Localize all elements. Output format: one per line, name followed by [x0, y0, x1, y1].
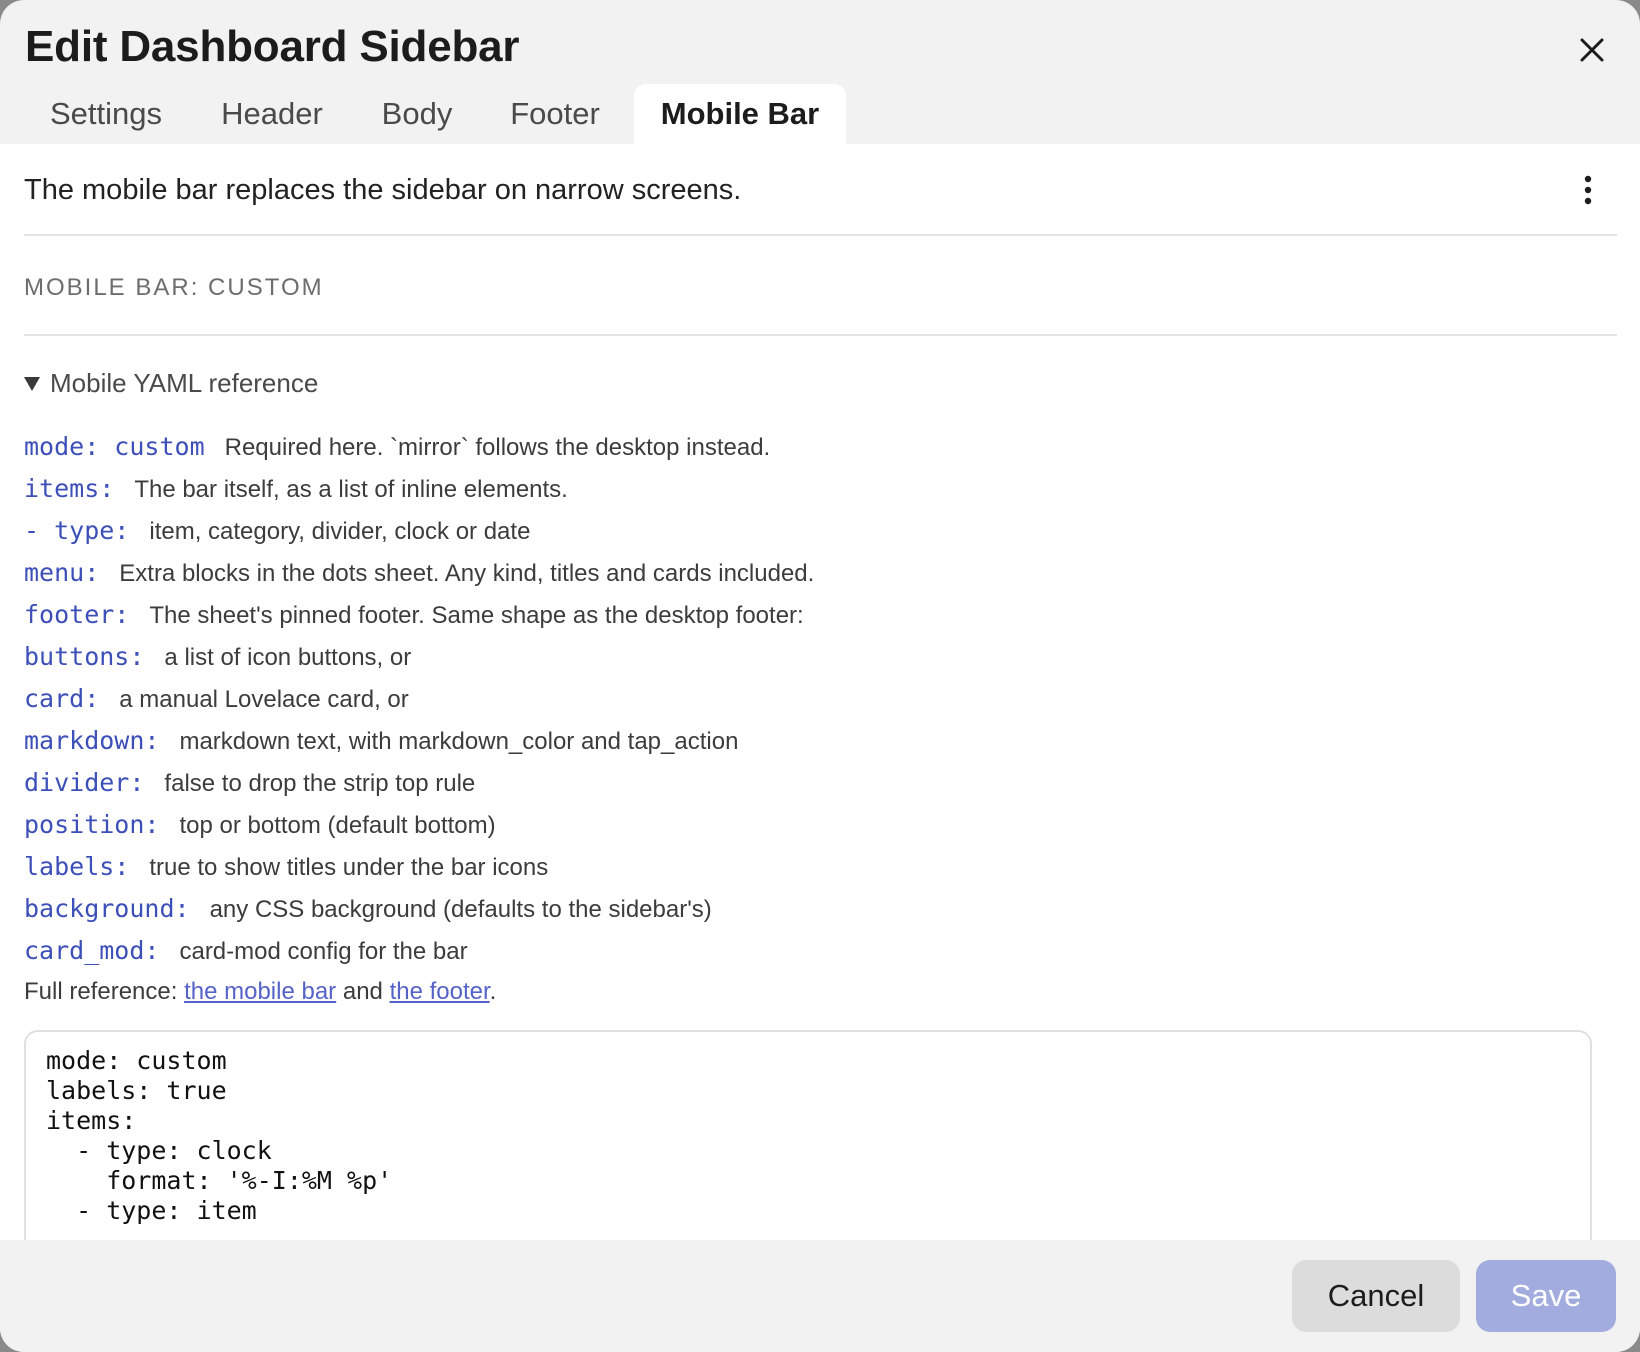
reference-text: Extra blocks in the dots sheet. Any kind…: [119, 560, 815, 587]
reference-text: any CSS background (defaults to the side…: [209, 896, 712, 923]
full-reference-and: and: [336, 978, 390, 1005]
reference-row: card: a manual Lovelace card, or: [24, 684, 814, 726]
reference-key: menu:: [24, 558, 100, 587]
reference-row: footer: The sheet's pinned footer. Same s…: [24, 600, 814, 642]
more-vertical-icon: [1584, 175, 1592, 205]
reference-key: buttons:: [24, 642, 145, 671]
reference-key: position:: [24, 810, 160, 839]
tab-bar: Settings Header Body Footer Mobile Bar: [0, 84, 1640, 144]
cancel-button[interactable]: Cancel: [1292, 1260, 1460, 1332]
reference-row: divider: false to drop the strip top rule: [24, 768, 814, 810]
reference-row: labels: true to show titles under the bar…: [24, 852, 814, 894]
reference-key: footer:: [24, 600, 130, 629]
reference-key: - type:: [24, 516, 130, 545]
edit-sidebar-dialog: Edit Dashboard Sidebar Settings Header B…: [0, 0, 1640, 1352]
caret-down-icon: [24, 376, 40, 391]
full-reference-line: Full reference: the mobile bar and the f…: [24, 978, 496, 1006]
reference-row: background: any CSS background (defaults …: [24, 894, 814, 936]
reference-text: card-mod config for the bar: [179, 938, 468, 965]
reference-key: labels:: [24, 852, 130, 881]
reference-key: mode: custom: [24, 432, 205, 461]
tab-description: The mobile bar replaces the sidebar on n…: [24, 174, 742, 206]
more-options-button[interactable]: [1572, 170, 1604, 210]
reference-text: Required here. `mirror` follows the desk…: [224, 434, 771, 461]
footer-docs-link[interactable]: the footer: [390, 978, 490, 1005]
tab-mobile-bar[interactable]: Mobile Bar: [634, 84, 846, 144]
reference-text: a manual Lovelace card, or: [119, 686, 409, 713]
save-button[interactable]: Save: [1476, 1260, 1616, 1332]
reference-text: top or bottom (default bottom): [179, 812, 496, 839]
tab-body[interactable]: Body: [362, 84, 472, 144]
yaml-code[interactable]: mode: custom labels: true items: - type:…: [46, 1046, 392, 1226]
reference-row: position: top or bottom (default bottom): [24, 810, 814, 852]
reference-row: items: The bar itself, as a list of inlin…: [24, 474, 814, 516]
reference-row: card_mod: card-mod config for the bar: [24, 936, 814, 978]
tab-settings[interactable]: Settings: [24, 84, 188, 144]
reference-key: card_mod:: [24, 936, 160, 965]
tab-footer[interactable]: Footer: [490, 84, 620, 144]
reference-key: markdown:: [24, 726, 160, 755]
full-reference-prefix: Full reference:: [24, 978, 185, 1005]
yaml-reference-toggle[interactable]: Mobile YAML reference: [24, 368, 318, 399]
reference-row: menu: Extra blocks in the dots sheet. Any…: [24, 558, 814, 600]
reference-key: items:: [24, 474, 115, 503]
tab-content: The mobile bar replaces the sidebar on n…: [0, 144, 1640, 1240]
yaml-code-editor[interactable]: mode: custom labels: true items: - type:…: [24, 1030, 1592, 1240]
close-icon: [1580, 38, 1604, 62]
reference-key: background:: [24, 894, 190, 923]
dialog-title: Edit Dashboard Sidebar: [25, 22, 520, 71]
reference-text: a list of icon buttons, or: [164, 644, 412, 671]
full-reference-suffix: .: [489, 978, 497, 1005]
dialog-footer: Cancel Save: [0, 1240, 1640, 1352]
mobile-bar-docs-link[interactable]: the mobile bar: [184, 978, 336, 1005]
reference-text: true to show titles under the bar icons: [149, 854, 549, 881]
reference-row: buttons: a list of icon buttons, or: [24, 642, 814, 684]
yaml-reference-label: Mobile YAML reference: [50, 368, 319, 398]
close-button[interactable]: [1572, 30, 1612, 70]
reference-text: markdown text, with markdown_color and t…: [179, 728, 739, 755]
reference-row: mode: custom Required here. `mirror` foll…: [24, 432, 814, 474]
reference-text: The sheet's pinned footer. Same shape as…: [149, 602, 804, 629]
reference-row: - type: item, category, divider, clock or…: [24, 516, 814, 558]
divider: [24, 334, 1617, 336]
reference-text: item, category, divider, clock or date: [149, 518, 531, 545]
reference-row: markdown: markdown text, with markdown_co…: [24, 726, 814, 768]
reference-key: card:: [24, 684, 100, 713]
reference-text: false to drop the strip top rule: [164, 770, 476, 797]
reference-key: divider:: [24, 768, 145, 797]
reference-text: The bar itself, as a list of inline elem…: [134, 476, 568, 503]
yaml-reference-list: mode: custom Required here. `mirror` foll…: [24, 432, 814, 978]
divider: [24, 234, 1617, 236]
section-label: MOBILE BAR: CUSTOM: [24, 274, 324, 301]
tab-header[interactable]: Header: [200, 84, 344, 144]
